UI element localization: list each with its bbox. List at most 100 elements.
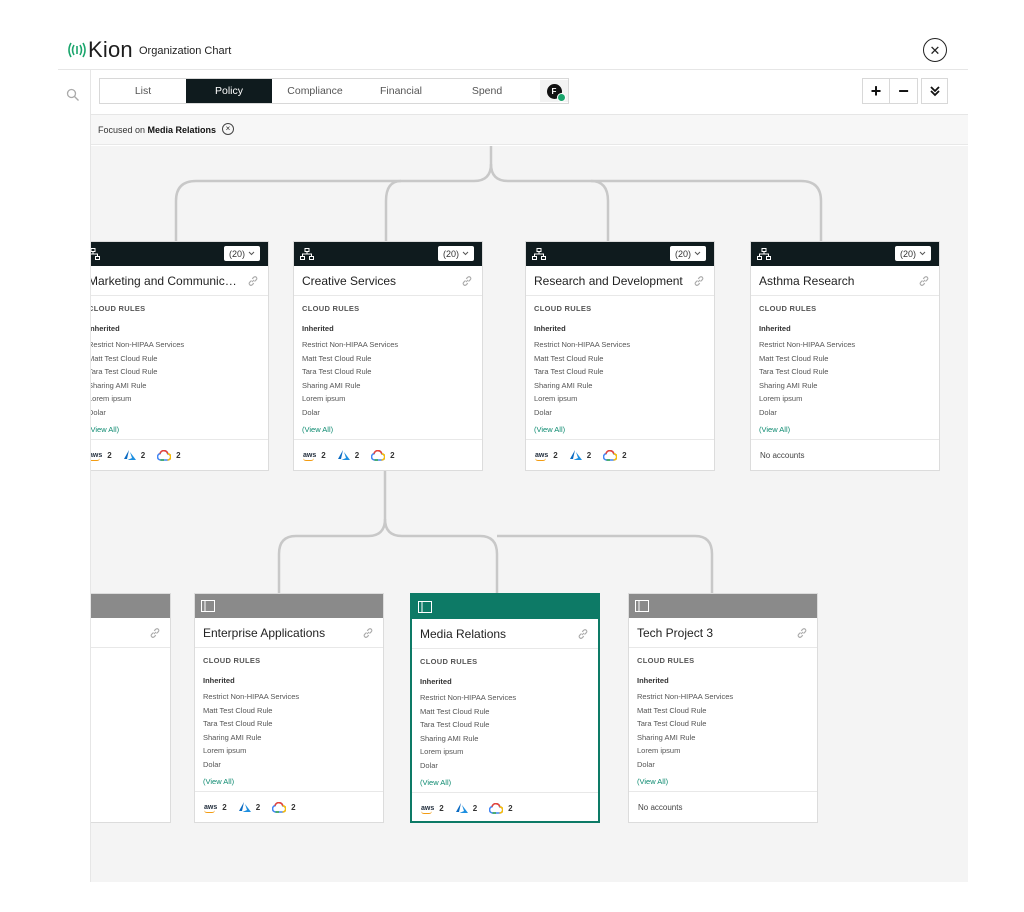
view-all-link[interactable]: (View All): [91, 425, 119, 434]
chevron-down-icon: [248, 251, 255, 256]
org-card[interactable]: (20) Creative Services CLOUD RULES Inherite…: [293, 241, 483, 471]
tab-compliance[interactable]: Compliance: [272, 79, 358, 103]
org-card[interactable]: (20) Research and Development CLOUD RULES I…: [525, 241, 715, 471]
view-all-link[interactable]: (View All): [302, 425, 333, 434]
view-all-link[interactable]: (View All): [534, 425, 565, 434]
accounts-row: aws2 2 2: [91, 440, 268, 470]
user-avatar-button[interactable]: F: [540, 80, 568, 102]
cloud-rule-item: Tara Test Cloud Rule: [420, 720, 490, 729]
gcp-account-count: 2: [371, 449, 395, 461]
cloud-rules-section: CLOUD RULES Inherited Restrict Non-HIPAA S…: [629, 648, 817, 792]
card-title[interactable]: Marketing and Communications: [91, 274, 238, 288]
cloud-rules-heading: CLOUD RULES: [534, 304, 592, 313]
card-title[interactable]: Tech Project 3: [637, 626, 787, 640]
card-header: [629, 594, 817, 618]
gcp-icon: [157, 449, 172, 461]
avatar: F: [546, 83, 566, 102]
inherited-label: Inherited: [637, 676, 669, 685]
page-title: Organization Chart: [139, 45, 232, 57]
link-icon[interactable]: [362, 627, 374, 639]
view-all-link[interactable]: (View All): [203, 777, 234, 786]
view-all-link[interactable]: (View All): [759, 425, 790, 434]
tab-list[interactable]: List: [100, 79, 186, 103]
card-header: [195, 594, 383, 618]
chart-canvas[interactable]: (20) Marketing and Communications CLOUD RU…: [91, 146, 968, 882]
view-all-link[interactable]: (View All): [420, 778, 451, 787]
cloud-rule-item: Dolar: [91, 407, 106, 417]
link-icon[interactable]: [918, 275, 930, 287]
cloud-rules-section: CLOUD RULES Inherited Restrict Non-HIPAA S…: [751, 296, 939, 440]
child-count: (20): [442, 248, 459, 259]
cloud-rule-item: Tara Test Cloud Rule: [534, 367, 604, 376]
tab-financial[interactable]: Financial: [358, 79, 444, 103]
link-icon[interactable]: [577, 628, 589, 640]
link-icon[interactable]: [693, 275, 705, 287]
cloud-rule-item: Tara Test Cloud Rule: [203, 719, 273, 728]
cloud-rule-item: Restrict Non-HIPAA Services: [203, 692, 300, 701]
card-title[interactable]: Creative Services: [302, 274, 452, 288]
cloud-rules-heading: CLOUD RULES: [420, 657, 478, 666]
cloud-rule-item: Matt Test Cloud Rule: [420, 706, 490, 716]
azure-account-count: 2: [238, 802, 260, 812]
card-header: [412, 595, 598, 619]
view-all-link[interactable]: (View All): [637, 777, 668, 786]
cloud-rule-item: Sharing AMI Rule: [420, 733, 479, 743]
org-card[interactable]: Enterprise Applications CLOUD RULES Inheri…: [194, 593, 384, 823]
cloud-rule-item: Lorem ipsum: [91, 394, 132, 403]
cloud-rule-item: Matt Test Cloud Rule: [203, 705, 273, 715]
cloud-rules-section: CLOUD RULES Inherited Restrict Non-HIPAA S…: [91, 296, 268, 440]
child-count-badge[interactable]: (20): [223, 246, 260, 261]
org-unit-icon: [532, 248, 546, 260]
aws-icon: aws: [303, 451, 317, 461]
org-card[interactable]: Media Relations CLOUD RULES Inherited Restr…: [410, 593, 600, 823]
card-title[interactable]: Enterprise Applications: [203, 626, 353, 640]
link-icon[interactable]: [149, 627, 161, 639]
collapse-all-button[interactable]: [921, 78, 948, 104]
cloud-rule-item: Sharing AMI Rule: [203, 732, 262, 742]
org-card[interactable]: (20) Marketing and Communications CLOUD RU…: [91, 241, 269, 471]
accounts-row: aws2 2 2: [412, 793, 598, 823]
cloud-rule-item: Restrict Non-HIPAA Services: [637, 692, 734, 701]
card-header: [91, 594, 170, 618]
inherited-label: Inherited: [420, 677, 452, 686]
gcp-icon: [371, 449, 386, 461]
azure-account-count: 2: [455, 803, 477, 813]
gcp-icon: [489, 802, 504, 814]
close-button[interactable]: ✕: [923, 38, 947, 62]
tab-spend[interactable]: Spend: [444, 79, 530, 103]
aws-icon: aws: [535, 451, 549, 461]
org-card[interactable]: (20) Asthma Research CLOUD RULES Inherited R…: [750, 241, 940, 471]
child-count-badge[interactable]: (20): [894, 246, 931, 261]
cloud-rule-item: Matt Test Cloud Rule: [759, 353, 829, 363]
child-count-badge[interactable]: (20): [669, 246, 706, 261]
cloud-rule-item: Restrict Non-HIPAA Services: [302, 340, 399, 349]
org-card[interactable]: [91, 593, 171, 823]
accounts-row: No accounts: [751, 440, 939, 470]
link-icon[interactable]: [796, 627, 808, 639]
azure-icon: [455, 803, 468, 813]
accounts-row: aws2 2 2: [526, 440, 714, 470]
cloud-rules-heading: CLOUD RULES: [637, 656, 695, 665]
cloud-rule-item: Dolar: [759, 407, 777, 417]
tab-policy[interactable]: Policy: [186, 79, 272, 103]
inherited-label: Inherited: [759, 324, 791, 333]
focus-target: Media Relations: [147, 125, 217, 135]
cloud-rules-heading: CLOUD RULES: [302, 304, 360, 313]
cloud-rule-item: Tara Test Cloud Rule: [759, 367, 829, 376]
link-icon[interactable]: [247, 275, 259, 287]
card-title[interactable]: Media Relations: [420, 627, 570, 641]
cloud-rule-item: Lorem ipsum: [759, 394, 803, 403]
card-title[interactable]: Research and Development: [534, 274, 684, 288]
zoom-in-button[interactable]: +: [862, 78, 890, 104]
cloud-rule-item: Restrict Non-HIPAA Services: [759, 340, 856, 349]
clear-focus-button[interactable]: ×: [222, 123, 234, 135]
aws-account-count: aws2: [91, 451, 112, 461]
link-icon[interactable]: [461, 275, 473, 287]
cloud-rule-item: Sharing AMI Rule: [759, 380, 818, 390]
search-icon[interactable]: [66, 88, 80, 102]
child-count-badge[interactable]: (20): [437, 246, 474, 261]
card-title[interactable]: Asthma Research: [759, 274, 909, 288]
zoom-out-button[interactable]: −: [890, 78, 918, 104]
org-card[interactable]: Tech Project 3 CLOUD RULES Inherited Restri…: [628, 593, 818, 823]
aws-account-count: aws2: [421, 803, 444, 814]
